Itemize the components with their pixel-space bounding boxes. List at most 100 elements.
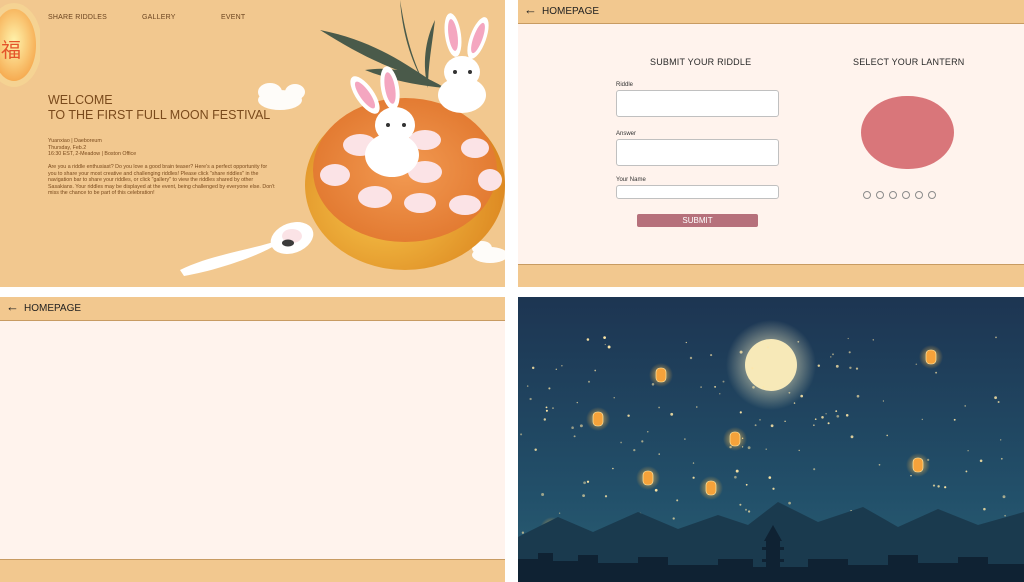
star-icon — [586, 480, 590, 483]
header-bar: ← HOMEPAGE — [518, 0, 1024, 24]
header-bar: ← HOMEPAGE — [0, 297, 505, 321]
star-icon — [548, 387, 551, 390]
star-icon — [612, 467, 614, 470]
star-icon — [813, 468, 816, 471]
sky-lantern-icon — [705, 480, 717, 496]
star-icon — [915, 363, 918, 366]
star-icon — [1004, 514, 1006, 517]
nav-share-riddles[interactable]: SHARE RIDDLES — [48, 14, 107, 21]
star-icon — [545, 406, 548, 409]
lantern-option[interactable] — [876, 191, 884, 199]
star-icon — [847, 337, 849, 340]
submit-button[interactable]: SUBMIT — [637, 214, 758, 227]
star-icon — [817, 364, 821, 367]
select-lantern-title: SELECT YOUR LANTERN — [853, 57, 965, 67]
star-icon — [793, 402, 796, 404]
star-icon — [770, 424, 774, 428]
lantern-selector-dots — [863, 186, 941, 204]
star-icon — [747, 510, 751, 513]
star-icon — [953, 418, 956, 421]
star-icon — [620, 441, 622, 444]
name-label: Your Name — [616, 177, 646, 183]
lantern-option[interactable] — [863, 191, 871, 199]
star-icon — [672, 517, 675, 520]
submit-riddle-page: ← HOMEPAGE SUBMIT YOUR RIDDLE SELECT YOU… — [518, 0, 1024, 287]
star-icon — [526, 385, 529, 387]
star-icon — [821, 416, 824, 419]
submit-riddle-title: SUBMIT YOUR RIDDLE — [650, 57, 752, 67]
star-icon — [965, 470, 968, 473]
star-icon — [800, 394, 804, 398]
star-icon — [997, 401, 1000, 403]
name-input[interactable] — [616, 185, 779, 199]
star-icon — [855, 367, 859, 370]
star-icon — [759, 419, 761, 421]
star-icon — [752, 386, 755, 389]
cloud-icon — [472, 241, 505, 263]
rabbit-illustration — [438, 13, 489, 113]
star-icon — [583, 481, 586, 485]
star-icon — [882, 400, 885, 402]
star-icon — [886, 434, 889, 437]
event-time-location: 16:30 EST, 2-Meadow | Boston Office — [48, 151, 137, 158]
star-icon — [979, 459, 983, 463]
star-icon — [850, 435, 854, 439]
star-icon — [658, 453, 660, 455]
lantern-option[interactable] — [928, 191, 936, 199]
lantern-character: 福 — [1, 38, 21, 62]
star-icon — [534, 448, 537, 452]
star-icon — [964, 405, 967, 407]
star-icon — [1002, 495, 1006, 499]
star-icon — [944, 486, 947, 489]
star-icon — [765, 448, 767, 450]
star-icon — [745, 483, 748, 486]
star-icon — [767, 346, 769, 349]
star-icon — [714, 386, 716, 388]
star-icon — [832, 353, 834, 356]
lantern-option[interactable] — [915, 191, 923, 199]
star-icon — [856, 394, 860, 398]
festival-illustration — [180, 0, 505, 276]
star-icon — [604, 495, 608, 498]
star-icon — [613, 397, 615, 399]
cloud-icon — [258, 83, 305, 110]
star-icon — [735, 469, 739, 473]
sky-lantern-icon — [592, 411, 604, 427]
riddle-label: Riddle — [616, 82, 634, 88]
star-icon — [932, 484, 936, 487]
star-icon — [797, 340, 800, 343]
star-icon — [788, 391, 791, 394]
sky-lantern-icon — [925, 349, 937, 365]
star-icon — [647, 431, 649, 433]
star-icon — [719, 393, 721, 395]
spoon-illustration — [180, 222, 314, 276]
homepage-link[interactable]: HOMEPAGE — [24, 303, 81, 314]
star-icon — [935, 371, 938, 374]
answer-input[interactable] — [616, 139, 779, 166]
star-icon — [994, 396, 997, 400]
star-icon — [745, 508, 747, 511]
blank-page: ← HOMEPAGE — [0, 297, 505, 582]
lantern-preview — [861, 96, 954, 169]
lantern-option[interactable] — [902, 191, 910, 199]
sky-lantern-icon — [642, 470, 654, 486]
homepage-link[interactable]: HOMEPAGE — [542, 6, 599, 17]
star-icon — [754, 424, 757, 427]
star-icon — [878, 463, 881, 466]
star-icon — [684, 438, 686, 440]
back-arrow-icon[interactable]: ← — [524, 2, 537, 17]
lantern-option[interactable] — [889, 191, 897, 199]
riddle-input[interactable] — [616, 90, 779, 117]
star-icon — [700, 386, 702, 388]
star-icon — [762, 386, 765, 389]
star-icon — [825, 413, 827, 415]
sky-lantern-icon — [912, 457, 924, 473]
landing-page: 福 SHARE RIDDLES GALLERY EVENT WELCOME TO… — [0, 0, 505, 287]
star-icon — [543, 418, 547, 421]
star-icon — [814, 418, 817, 421]
sky-lantern-icon — [655, 367, 667, 383]
star-icon — [582, 494, 586, 498]
back-arrow-icon[interactable]: ← — [6, 299, 19, 314]
star-icon — [670, 412, 674, 416]
star-icon — [739, 411, 742, 414]
